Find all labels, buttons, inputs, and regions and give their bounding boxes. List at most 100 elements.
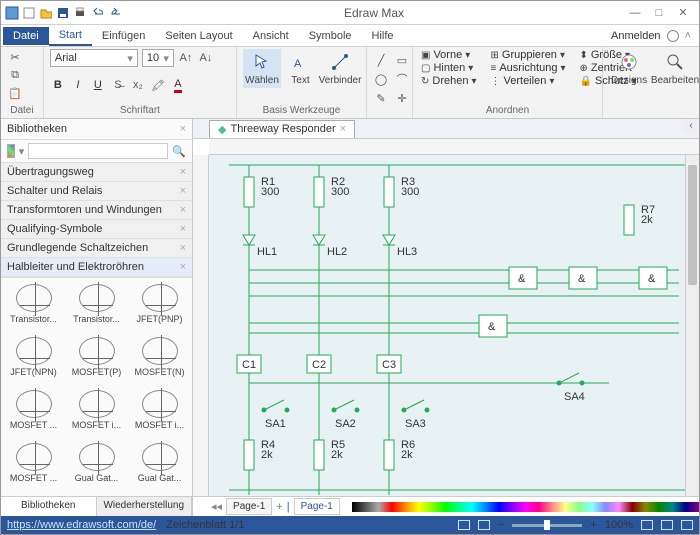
tab-symbols[interactable]: Symbole	[299, 27, 362, 45]
tab-start[interactable]: Start	[49, 26, 92, 46]
category-item[interactable]: Grundlegende Schaltzeichen×	[1, 239, 192, 258]
edit-button[interactable]: Bearbeiten	[655, 49, 695, 88]
status-url-link[interactable]: https://www.edrawsoft.com/de/	[7, 519, 156, 531]
shape-item[interactable]: MOSFET i...	[66, 388, 127, 439]
ellipse-icon[interactable]: ◯	[373, 71, 389, 87]
zoom-out-icon[interactable]: −	[498, 519, 504, 531]
increase-font-icon[interactable]: A↑	[178, 50, 194, 66]
open-icon[interactable]	[39, 6, 53, 20]
connector-tool-button[interactable]: Verbinder	[320, 49, 360, 88]
distribute-button[interactable]: ⋮ Verteilen ▾	[489, 75, 568, 87]
page-nav-prev-icon[interactable]: ◂◂	[211, 500, 222, 513]
signin-link[interactable]: Anmelden ˄	[611, 30, 697, 42]
print-icon[interactable]	[73, 6, 87, 20]
fit-page-icon[interactable]	[641, 520, 653, 530]
new-icon[interactable]	[22, 6, 36, 20]
undo-icon[interactable]	[90, 6, 104, 20]
zoom-in-icon[interactable]: +	[590, 519, 596, 531]
connector-icon	[329, 51, 351, 73]
shape-item[interactable]: MOSFET ...	[3, 441, 64, 492]
ruler-vertical	[193, 155, 209, 496]
library-search-input[interactable]	[28, 143, 168, 159]
send-back-button[interactable]: ▢ Hinten ▾	[419, 62, 479, 74]
shape-item[interactable]: Transistor...	[66, 282, 127, 333]
font-name-select[interactable]: Arial▾	[50, 49, 138, 67]
line-icon[interactable]: ╱	[373, 52, 389, 68]
highlight-icon[interactable]: 🖍	[150, 77, 166, 93]
shape-item[interactable]: MOSFET(P)	[66, 335, 127, 386]
text-tool-button[interactable]: A Text	[285, 49, 316, 88]
align-button[interactable]: ≡ Ausrichtung ▾	[489, 62, 568, 74]
font-color-icon[interactable]: A	[170, 77, 186, 93]
page-tab[interactable]: Page-1	[226, 498, 272, 515]
select-tool-button[interactable]: Wählen	[243, 49, 281, 88]
svg-text:SA3: SA3	[405, 418, 426, 430]
shape-item[interactable]: Gual Gat...	[66, 441, 127, 492]
shape-item[interactable]: JFET(NPN)	[3, 335, 64, 386]
strike-icon[interactable]: S̶	[110, 77, 126, 93]
search-icon[interactable]: 🔍	[172, 145, 186, 158]
gear-icon[interactable]	[667, 30, 679, 42]
category-item[interactable]: Übertragungsweg×	[1, 163, 192, 182]
crop-icon[interactable]: ✛	[394, 90, 410, 106]
arc-icon[interactable]: ⌒	[394, 71, 410, 87]
paste-icon[interactable]: 📋	[7, 85, 23, 101]
tab-view[interactable]: Ansicht	[243, 27, 299, 45]
tab-insert[interactable]: Einfügen	[92, 27, 155, 45]
tab-pagelayout[interactable]: Seiten Layout	[155, 27, 242, 45]
view-fullscreen-icon[interactable]	[478, 520, 490, 530]
category-item[interactable]: Transformtoren und Windungen×	[1, 201, 192, 220]
vertical-scrollbar[interactable]	[685, 155, 699, 496]
minimize-button[interactable]: —	[627, 7, 643, 19]
document-close-icon[interactable]: ×	[340, 123, 346, 135]
redo-icon[interactable]	[107, 6, 121, 20]
add-page-icon[interactable]: +	[276, 501, 282, 513]
bold-icon[interactable]: B	[50, 77, 66, 93]
fit-width-icon[interactable]	[661, 520, 673, 530]
freeform-icon[interactable]: ✎	[373, 90, 389, 106]
close-button[interactable]: ✕	[675, 6, 691, 19]
page-tab[interactable]: Page-1	[294, 498, 340, 515]
view-normal-icon[interactable]	[458, 520, 470, 530]
rect-icon[interactable]: ▭	[394, 52, 410, 68]
tab-help[interactable]: Hilfe	[362, 27, 404, 45]
shape-item[interactable]: MOSFET ...	[3, 388, 64, 439]
cut-icon[interactable]: ✂	[7, 49, 23, 65]
category-item[interactable]: Schalter und Relais×	[1, 182, 192, 201]
underline-icon[interactable]: U	[90, 77, 106, 93]
group-button[interactable]: ⊞ Gruppieren ▾	[489, 49, 568, 61]
sidebar-close-icon[interactable]: ×	[180, 123, 186, 135]
category-item[interactable]: Qualifying-Symbole×	[1, 220, 192, 239]
shape-item[interactable]: MOSFET i...	[129, 388, 190, 439]
category-list: Übertragungsweg× Schalter und Relais× Tr…	[1, 163, 192, 278]
subscript-icon[interactable]: x₂	[130, 77, 146, 93]
sidebar-tab-libraries[interactable]: Bibliotheken	[1, 497, 97, 516]
italic-icon[interactable]: I	[70, 77, 86, 93]
zoom-slider[interactable]	[512, 524, 582, 527]
file-tab[interactable]: Datei	[3, 27, 49, 45]
color-strip[interactable]	[352, 502, 699, 512]
group-clipboard-label: Datei	[7, 103, 37, 116]
shape-item[interactable]: JFET(PNP)	[129, 282, 190, 333]
rotate-button[interactable]: ↻ Drehen ▾	[419, 75, 479, 87]
bring-front-button[interactable]: ▣ Vorne ▾	[419, 49, 479, 61]
designs-button[interactable]: Designs	[609, 49, 649, 88]
document-tab[interactable]: ◆ Threeway Responder ×	[209, 120, 355, 138]
shape-item[interactable]: MOSFET(N)	[129, 335, 190, 386]
decrease-font-icon[interactable]: A↓	[198, 50, 214, 66]
shape-item[interactable]: Transistor...	[3, 282, 64, 333]
drawing-canvas[interactable]: R1300 R2300 R3300 R72k HL1 HL2 HL3 & & &…	[209, 155, 685, 496]
shape-item[interactable]: Gual Gat...	[129, 441, 190, 492]
page-tabs: ◂◂ Page-1 + | Page-1	[193, 496, 699, 516]
grid-icon[interactable]	[681, 520, 693, 530]
collapse-ribbon-icon[interactable]: ˄	[685, 30, 691, 42]
font-size-select[interactable]: 10▾	[142, 49, 174, 67]
sidebar-tab-recovery[interactable]: Wiederherstellung	[97, 497, 193, 516]
maximize-button[interactable]: □	[651, 7, 667, 19]
find-icon	[664, 51, 686, 73]
category-item[interactable]: Halbleiter und Elektroröhren×	[1, 258, 192, 277]
library-picker-icon[interactable]	[7, 144, 15, 158]
panel-toggle-icon[interactable]: ‹	[684, 119, 698, 133]
copy-icon[interactable]: ⧉	[7, 67, 23, 83]
save-icon[interactable]	[56, 6, 70, 20]
